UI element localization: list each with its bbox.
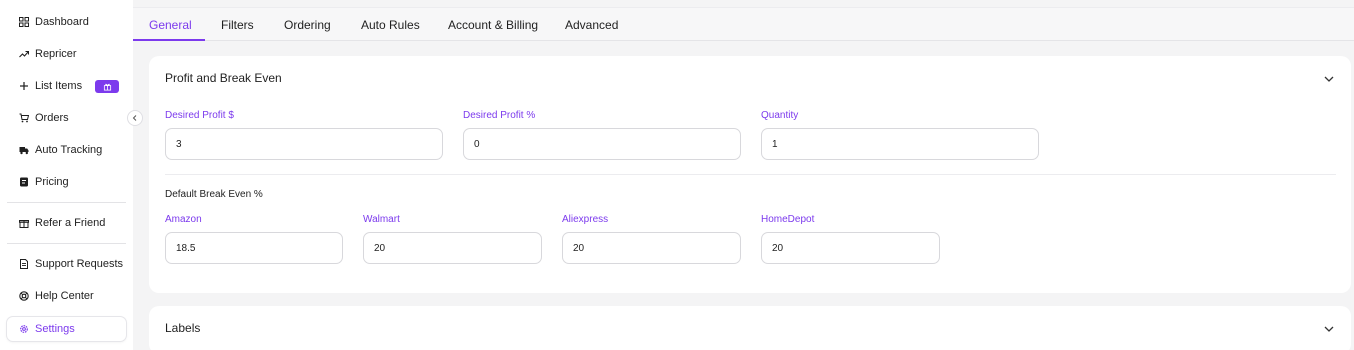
sidebar-item-label: Orders [35, 112, 69, 124]
desired-profit-dollar-label: Desired Profit $ [165, 110, 234, 121]
sidebar-item-label: Help Center [35, 290, 94, 302]
sidebar-item-pricing[interactable]: Pricing [7, 170, 126, 194]
tab-account-billing[interactable]: Account & Billing [448, 8, 538, 41]
section-divider [165, 174, 1336, 175]
sidebar-divider [7, 243, 126, 244]
sidebar-item-list-items[interactable]: List Items [7, 74, 126, 98]
sidebar-item-label: Auto Tracking [35, 144, 103, 156]
sidebar: Dashboard Repricer List Items Orders Aut… [0, 0, 133, 350]
lifebuoy-icon [19, 291, 29, 301]
sidebar-item-help-center[interactable]: Help Center [7, 284, 126, 308]
sidebar-divider [7, 202, 126, 203]
truck-icon [19, 145, 29, 155]
card-icon [19, 177, 29, 187]
homedepot-label: HomeDepot [761, 214, 815, 225]
expand-section-button[interactable] [1323, 322, 1335, 334]
document-icon [19, 259, 29, 269]
gear-icon [19, 324, 29, 334]
aliexpress-label: Aliexpress [562, 214, 609, 225]
sidebar-item-label: List Items [35, 80, 83, 92]
sidebar-item-refer-a-friend[interactable]: Refer a Friend [7, 211, 126, 235]
amazon-label: Amazon [165, 214, 202, 225]
sidebar-item-auto-tracking[interactable]: Auto Tracking [7, 138, 126, 162]
walmart-break-even-input[interactable] [363, 232, 542, 264]
new-badge [95, 79, 120, 93]
sidebar-item-label: Dashboard [35, 16, 89, 28]
walmart-label: Walmart [363, 214, 400, 225]
gift-badge-icon [103, 83, 111, 91]
card-title: Profit and Break Even [165, 71, 282, 85]
grid-icon [19, 17, 29, 27]
sidebar-item-repricer[interactable]: Repricer [7, 42, 126, 66]
amazon-break-even-input[interactable] [165, 232, 343, 264]
tab-filters[interactable]: Filters [221, 8, 254, 41]
plus-icon [19, 81, 29, 91]
sidebar-item-label: Repricer [35, 48, 77, 60]
quantity-label: Quantity [761, 110, 799, 121]
collapse-sidebar-button[interactable] [127, 110, 143, 126]
sidebar-item-dashboard[interactable]: Dashboard [7, 10, 126, 34]
chevron-down-icon [1324, 76, 1334, 82]
sidebar-item-orders[interactable]: Orders [7, 106, 126, 130]
tab-auto-rules[interactable]: Auto Rules [361, 8, 420, 41]
labels-card: Labels [149, 306, 1351, 350]
aliexpress-break-even-input[interactable] [562, 232, 741, 264]
settings-tabs: General Filters Ordering Auto Rules Acco… [133, 7, 1354, 41]
quantity-input[interactable] [761, 128, 1039, 160]
desired-profit-dollar-input[interactable] [165, 128, 443, 160]
desired-profit-percent-input[interactable] [463, 128, 741, 160]
sidebar-item-support-requests[interactable]: Support Requests [7, 252, 126, 276]
sidebar-item-label: Refer a Friend [35, 217, 106, 229]
homedepot-break-even-input[interactable] [761, 232, 940, 264]
gift-icon [19, 218, 29, 228]
sidebar-item-label: Support Requests [35, 258, 124, 270]
break-even-heading: Default Break Even % [165, 189, 263, 200]
chevron-left-icon [132, 115, 137, 121]
chevron-down-icon [1324, 326, 1334, 332]
profit-break-even-card: Profit and Break Even Desired Profit $ D… [149, 56, 1351, 293]
tab-ordering[interactable]: Ordering [284, 8, 331, 41]
tab-advanced[interactable]: Advanced [565, 8, 618, 41]
active-tab-indicator [133, 39, 205, 41]
collapse-section-button[interactable] [1323, 72, 1335, 84]
sidebar-item-label: Settings [35, 323, 75, 335]
desired-profit-percent-label: Desired Profit % [463, 110, 536, 121]
cart-icon [19, 113, 29, 123]
tab-general[interactable]: General [149, 8, 192, 41]
trend-up-icon [19, 49, 29, 59]
sidebar-item-settings[interactable]: Settings [7, 317, 126, 341]
sidebar-item-label: Pricing [35, 176, 69, 188]
card-title: Labels [165, 321, 201, 335]
